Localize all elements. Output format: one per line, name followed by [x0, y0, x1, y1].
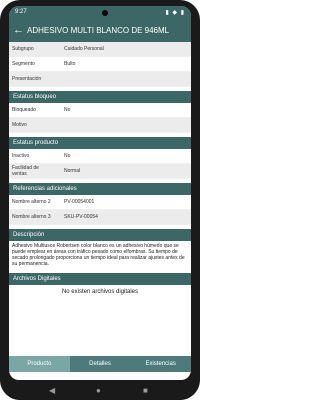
field-label: Bloqueado	[12, 107, 36, 113]
nav-recent-icon[interactable]: ■	[143, 386, 148, 395]
section-header-descripcion: Descripción	[9, 229, 191, 241]
description-text: Adhesivo Multiusos Robertsen color blanc…	[12, 243, 185, 267]
screen: 9:27 ▮ ◆ ▮ ← ADHESIVO MULTI BLANCO DE 94…	[9, 6, 191, 380]
field-label: Inactivo	[12, 153, 30, 159]
section-header-estatus-producto: Estatus producto	[9, 137, 191, 149]
field-value: No	[64, 107, 71, 113]
section-header-estatus-bloqueo: Estatus bloqueo	[9, 91, 191, 103]
field-label: Subgrupo	[12, 46, 34, 52]
empty-files-message: No existen archivos digitales	[61, 288, 139, 295]
field-value: SKU-PV-00054	[64, 214, 98, 220]
field-row: Presentación	[9, 72, 191, 87]
tab-existencias[interactable]: Existencias	[130, 356, 191, 372]
camera-icon	[102, 10, 108, 16]
system-nav-bar: ◀ ● ■	[9, 380, 191, 400]
nav-back-icon[interactable]: ◀	[49, 386, 55, 395]
section-header-referencias: Referencias adicionales	[9, 183, 191, 195]
field-value: Cuidado Personal	[64, 46, 104, 52]
field-label: Nombre alterno 2	[12, 199, 51, 205]
field-row: Motivo	[9, 118, 191, 133]
field-label: Presentación	[12, 76, 42, 82]
bottom-tab-bar: Producto Detalles Existencias	[9, 356, 191, 372]
page-title: ADHESIVO MULTI BLANCO DE 946ML	[27, 26, 170, 35]
status-icons: ▮ ◆ ▮	[165, 10, 185, 16]
field-label: Facilidad de ventas	[12, 165, 39, 177]
section-header-archivos: Archivos Digitales	[9, 273, 191, 285]
field-label: Motivo	[12, 122, 27, 128]
field-row: Bloqueado No	[9, 103, 191, 118]
field-label: Nombre alterno 3	[12, 214, 51, 220]
field-value: Bulto	[64, 61, 76, 67]
field-row: Nombre alterno 3 SKU-PV-00054	[9, 210, 191, 225]
field-value: PV-00054001	[64, 199, 95, 205]
tab-producto[interactable]: Producto	[9, 356, 70, 372]
tab-detalles[interactable]: Detalles	[70, 356, 131, 372]
app-bar: ← ADHESIVO MULTI BLANCO DE 946ML	[9, 20, 191, 42]
nav-home-icon[interactable]: ●	[96, 386, 101, 395]
field-row: Nombre alterno 2 PV-00054001	[9, 195, 191, 210]
field-value: Normal	[64, 168, 81, 174]
status-time: 9:27	[15, 9, 27, 15]
field-label: Segmento	[12, 61, 35, 67]
field-row: Segmento Bulto	[9, 57, 191, 72]
back-arrow-icon[interactable]: ←	[13, 24, 24, 36]
field-row: Subgrupo Cuidado Personal	[9, 42, 191, 57]
phone-frame: 9:27 ▮ ◆ ▮ ← ADHESIVO MULTI BLANCO DE 94…	[0, 0, 200, 400]
field-row: Facilidad de ventas Normal	[9, 164, 191, 179]
status-bar: 9:27 ▮ ◆ ▮	[9, 6, 191, 20]
field-value: No	[64, 153, 71, 159]
product-detail-content[interactable]: Subgrupo Cuidado Personal Segmento Bulto…	[9, 42, 191, 356]
field-row: Inactivo No	[9, 149, 191, 164]
